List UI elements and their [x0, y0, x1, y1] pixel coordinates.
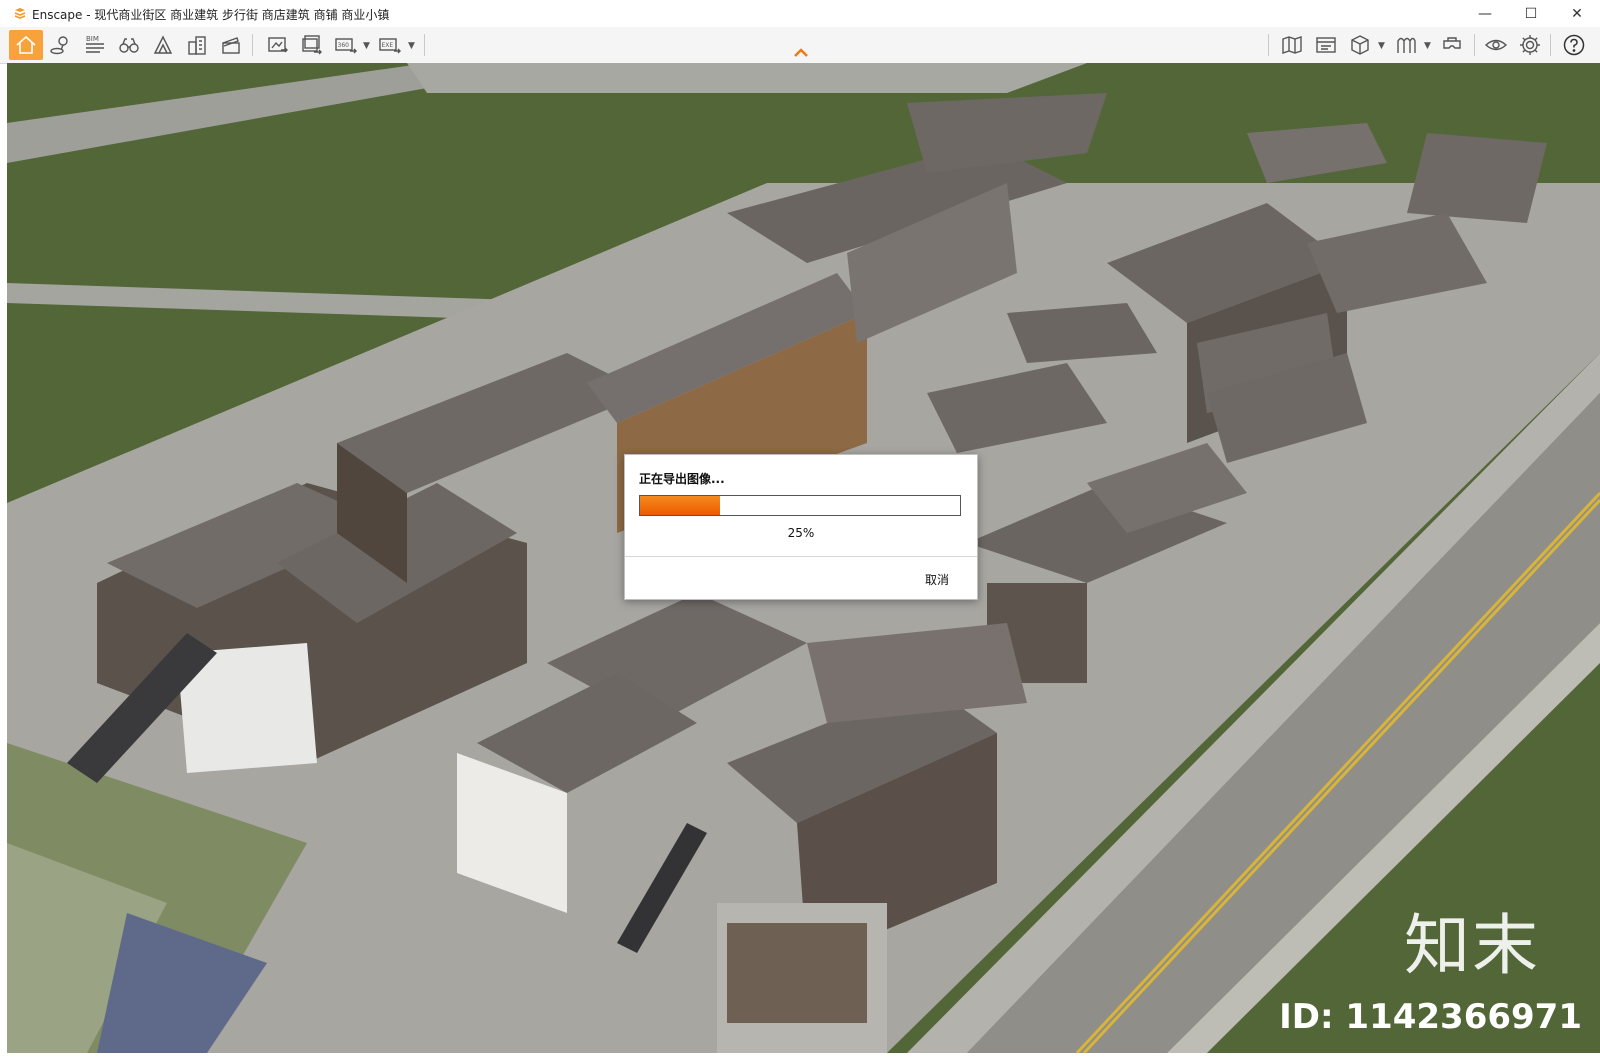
views-button[interactable]: [45, 30, 77, 60]
enscape-logo-icon: [14, 8, 26, 19]
home-icon: [16, 35, 36, 54]
binoculars-icon: [119, 38, 139, 53]
library-dropdown-icon[interactable]: ▼: [1424, 41, 1431, 51]
window-title: Enscape - 现代商业街区 商业建筑 步行街 商店建筑 商铺 商业小镇: [32, 8, 390, 22]
scene-icon: [153, 35, 173, 54]
toolbar-divider: [1550, 34, 1551, 56]
batch-export-icon: [302, 35, 322, 55]
toolbar-divider: [1268, 34, 1269, 56]
toolbar-divider: [1474, 34, 1475, 56]
cube-icon: [1351, 35, 1369, 55]
library-icon: [1397, 37, 1416, 53]
eye-icon: [1484, 39, 1508, 51]
exe-dropdown-icon[interactable]: ▼: [408, 41, 415, 51]
vr-button[interactable]: [1436, 30, 1468, 60]
map-icon: [1282, 36, 1302, 54]
binoculars-button[interactable]: [113, 30, 145, 60]
location-pin-icon: [50, 36, 68, 55]
vr-headset-icon: [1443, 37, 1461, 49]
panorama-dropdown-icon[interactable]: ▼: [363, 41, 370, 51]
clapper-button[interactable]: [215, 30, 247, 60]
settings-gear-icon: [1520, 35, 1540, 55]
map-button[interactable]: [1276, 30, 1308, 60]
progress-bar: [639, 495, 961, 516]
clapper-icon: [222, 37, 240, 54]
exe-export-button[interactable]: EXE: [374, 30, 406, 60]
export-progress-dialog: 正在导出图像... 25% 取消: [624, 454, 978, 600]
svg-text:EXE: EXE: [382, 42, 394, 49]
title-bar[interactable]: Enscape - 现代商业街区 商业建筑 步行街 商店建筑 商铺 商业小镇 —…: [0, 0, 1600, 27]
bim-icon: BIM: [86, 35, 104, 53]
video-editor-icon: [1316, 37, 1336, 53]
screenshot-button[interactable]: [262, 30, 294, 60]
watermark-logo: 知末: [1404, 907, 1540, 984]
svg-text:BIM: BIM: [86, 35, 99, 43]
asset-dropdown-icon[interactable]: ▼: [1378, 41, 1385, 51]
progress-percent: 25%: [787, 526, 815, 540]
svg-text:360: 360: [338, 42, 350, 49]
scene-button[interactable]: [147, 30, 179, 60]
dialog-title: 正在导出图像...: [639, 472, 725, 486]
toolbar-divider: [252, 34, 253, 56]
dialog-divider: [625, 556, 977, 557]
panorama-button[interactable]: 360: [330, 30, 362, 60]
exe-export-icon: EXE: [379, 38, 401, 54]
video-editor-button[interactable]: [1310, 30, 1342, 60]
home-button[interactable]: [9, 30, 43, 60]
collapse-toolbar-icon[interactable]: [791, 45, 811, 59]
asset-button[interactable]: [1344, 30, 1376, 60]
screenshot-export-icon: [268, 37, 288, 53]
settings-button[interactable]: [1514, 30, 1546, 60]
visual-settings-button[interactable]: [1480, 30, 1512, 60]
buildings-button[interactable]: [181, 30, 213, 60]
maximize-button[interactable]: ☐: [1508, 0, 1554, 27]
close-button[interactable]: ✕: [1554, 0, 1600, 27]
cancel-button[interactable]: 取消: [925, 571, 949, 588]
help-icon: [1563, 34, 1585, 56]
batch-render-button[interactable]: [296, 30, 328, 60]
bim-button[interactable]: BIM: [79, 30, 111, 60]
panorama-360-icon: 360: [335, 38, 357, 54]
minimize-button[interactable]: —: [1462, 0, 1508, 27]
help-button[interactable]: [1558, 30, 1590, 60]
enscape-window: Enscape - 现代商业街区 商业建筑 步行街 商店建筑 商铺 商业小镇 —…: [0, 0, 1600, 1060]
toolbar-divider: [424, 34, 425, 56]
progress-bar-fill: [640, 496, 720, 515]
library-button[interactable]: [1390, 30, 1422, 60]
buildings-icon: [188, 36, 206, 55]
watermark-id: ID: 1142366971: [1279, 997, 1582, 1037]
